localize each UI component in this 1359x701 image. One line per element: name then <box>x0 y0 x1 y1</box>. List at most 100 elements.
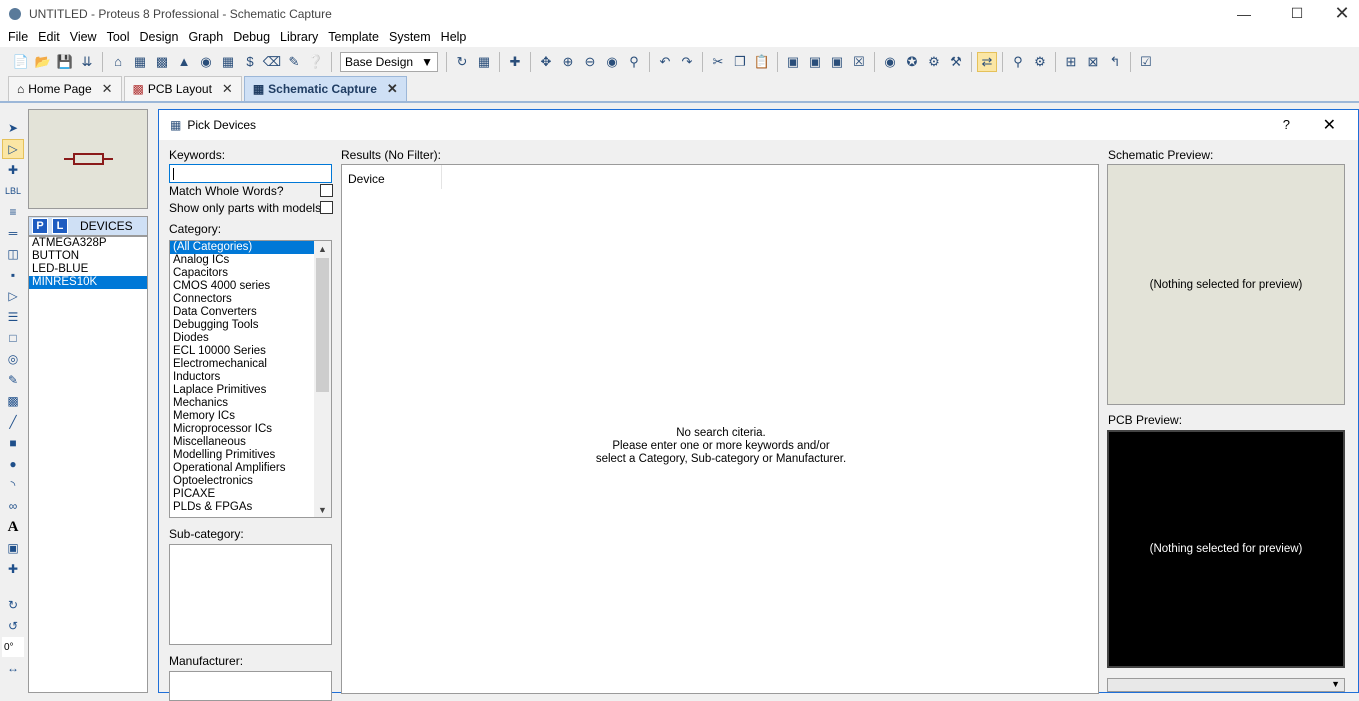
tab-home-page[interactable]: ⌂ Home Page ✕ <box>8 76 122 101</box>
manufacturer-list[interactable] <box>169 671 332 701</box>
3d-view-icon[interactable]: ▲ <box>174 52 194 72</box>
rotate-clockwise-icon[interactable]: ↻ <box>2 595 24 615</box>
results-list[interactable]: Device No search citeria. Please enter o… <box>341 164 1099 694</box>
maximize-button[interactable]: ☐ <box>1274 0 1320 27</box>
list-item[interactable]: Microprocessor ICs <box>170 423 315 436</box>
list-item[interactable]: BUTTON <box>29 250 147 263</box>
zoom-in-icon[interactable]: ⊕ <box>558 52 578 72</box>
pan-icon[interactable]: ✥ <box>536 52 556 72</box>
undo-icon[interactable]: ↶ <box>655 52 675 72</box>
paste-icon[interactable]: 📋 <box>752 52 772 72</box>
electrical-rule-check-icon[interactable]: ☑ <box>1136 52 1156 72</box>
subcircuit-icon[interactable]: ◫ <box>2 244 24 264</box>
text-icon[interactable]: A <box>2 517 24 537</box>
terminals-icon[interactable]: ▪ <box>2 265 24 285</box>
marker-icon[interactable]: ✚ <box>2 559 24 579</box>
arc-icon[interactable]: ◝ <box>2 475 24 495</box>
menu-graph[interactable]: Graph <box>183 30 228 44</box>
subcategory-list[interactable] <box>169 544 332 645</box>
menu-file[interactable]: File <box>3 30 33 44</box>
menu-view[interactable]: View <box>65 30 102 44</box>
zoom-area-icon[interactable]: ⚲ <box>624 52 644 72</box>
text-script-icon[interactable]: ≡ <box>2 202 24 222</box>
close-tab-icon[interactable]: ✕ <box>222 81 233 97</box>
library-manager-button[interactable]: L <box>52 218 68 234</box>
block-rotate-icon[interactable]: ▣ <box>827 52 847 72</box>
tab-schematic-capture[interactable]: ▦ Schematic Capture ✕ <box>243 76 407 101</box>
menu-design[interactable]: Design <box>135 30 184 44</box>
menu-debug[interactable]: Debug <box>228 30 275 44</box>
gerber-icon[interactable]: ◉ <box>196 52 216 72</box>
packaging-tool-icon[interactable]: ⚙ <box>924 52 944 72</box>
property-assign-icon[interactable]: ⚙ <box>1030 52 1050 72</box>
remove-sheet-icon[interactable]: ⊠ <box>1083 52 1103 72</box>
line-icon[interactable]: ╱ <box>2 412 24 432</box>
path-icon[interactable]: ∞ <box>2 496 24 516</box>
list-item[interactable]: Optoelectronics <box>170 475 315 488</box>
junction-dot-icon[interactable]: ✚ <box>2 160 24 180</box>
make-device-icon[interactable]: ✪ <box>902 52 922 72</box>
chevron-up-icon[interactable]: ▲ <box>314 241 331 256</box>
decompose-icon[interactable]: ⚒ <box>946 52 966 72</box>
list-item[interactable]: LED-BLUE <box>29 263 147 276</box>
tab-pcb-layout[interactable]: ▩ PCB Layout ✕ <box>123 76 242 101</box>
tape-recorder-icon[interactable]: □ <box>2 328 24 348</box>
list-item[interactable]: Diodes <box>170 332 315 345</box>
virtual-instruments-icon[interactable]: ▩ <box>2 391 24 411</box>
help-icon[interactable]: ❔ <box>306 52 326 72</box>
pcb-icon[interactable]: ▩ <box>152 52 172 72</box>
exit-to-parent-icon[interactable]: ↰ <box>1105 52 1125 72</box>
list-item[interactable]: MINRES10K <box>29 276 147 289</box>
selection-mode-icon[interactable]: ➤ <box>2 118 24 138</box>
close-tab-icon[interactable]: ✕ <box>387 81 398 97</box>
zoom-all-icon[interactable]: ◉ <box>602 52 622 72</box>
show-only-models-checkbox[interactable] <box>320 201 333 214</box>
list-item[interactable]: Laplace Primitives <box>170 384 315 397</box>
chevron-down-icon[interactable]: ▼ <box>314 502 331 517</box>
symbol-icon[interactable]: ▣ <box>2 538 24 558</box>
list-item[interactable]: ECL 10000 Series <box>170 345 315 358</box>
bom-icon[interactable]: $ <box>240 52 260 72</box>
redo-icon[interactable]: ↷ <box>677 52 697 72</box>
rotation-angle[interactable]: 0° <box>2 637 24 657</box>
list-item[interactable]: Electromechanical <box>170 358 315 371</box>
list-item[interactable]: Inductors <box>170 371 315 384</box>
list-item[interactable]: Operational Amplifiers <box>170 462 315 475</box>
match-whole-words-checkbox[interactable] <box>320 184 333 197</box>
search-icon[interactable]: ⚲ <box>1008 52 1028 72</box>
graph-mode-icon[interactable]: ☰ <box>2 307 24 327</box>
new-sheet-icon[interactable]: ⊞ <box>1061 52 1081 72</box>
pick-devices-button[interactable]: P <box>32 218 48 234</box>
save-icon[interactable]: 💾 <box>55 52 75 72</box>
device-pins-icon[interactable]: ▷ <box>2 286 24 306</box>
cut-icon[interactable]: ✂ <box>708 52 728 72</box>
block-copy-icon[interactable]: ▣ <box>783 52 803 72</box>
list-item[interactable]: PICAXE <box>170 488 315 501</box>
zoom-out-icon[interactable]: ⊖ <box>580 52 600 72</box>
list-item[interactable]: Capacitors <box>170 267 315 280</box>
close-window-button[interactable]: ✕ <box>1319 0 1359 27</box>
list-item[interactable]: CMOS 4000 series <box>170 280 315 293</box>
design-explorer-icon[interactable]: ▦ <box>218 52 238 72</box>
grid-toggle-icon[interactable]: ▦ <box>474 52 494 72</box>
menu-template[interactable]: Template <box>323 30 384 44</box>
design-variant-select[interactable]: Base Design ▼ <box>340 51 438 72</box>
refresh-icon[interactable]: ↻ <box>452 52 472 72</box>
schematic-icon[interactable]: ▦ <box>130 52 150 72</box>
circle-icon[interactable]: ● <box>2 454 24 474</box>
open-folder-icon[interactable]: 📂 <box>33 52 53 72</box>
import-icon[interactable]: ⇊ <box>77 52 97 72</box>
list-item[interactable]: Mechanics <box>170 397 315 410</box>
list-item[interactable]: Analog ICs <box>170 254 315 267</box>
block-move-icon[interactable]: ▣ <box>805 52 825 72</box>
list-item[interactable]: (All Categories) <box>170 241 315 254</box>
column-header-device[interactable]: Device <box>342 165 442 189</box>
menu-system[interactable]: System <box>384 30 436 44</box>
scrollbar-thumb[interactable] <box>316 258 329 392</box>
block-delete-icon[interactable]: ☒ <box>849 52 869 72</box>
notes-icon[interactable]: ✎ <box>284 52 304 72</box>
list-item[interactable]: Data Converters <box>170 306 315 319</box>
component-mode-icon[interactable]: ▷ <box>2 139 24 159</box>
close-icon[interactable]: ✕ <box>1323 115 1336 135</box>
list-item[interactable]: PLDs & FPGAs <box>170 501 315 514</box>
